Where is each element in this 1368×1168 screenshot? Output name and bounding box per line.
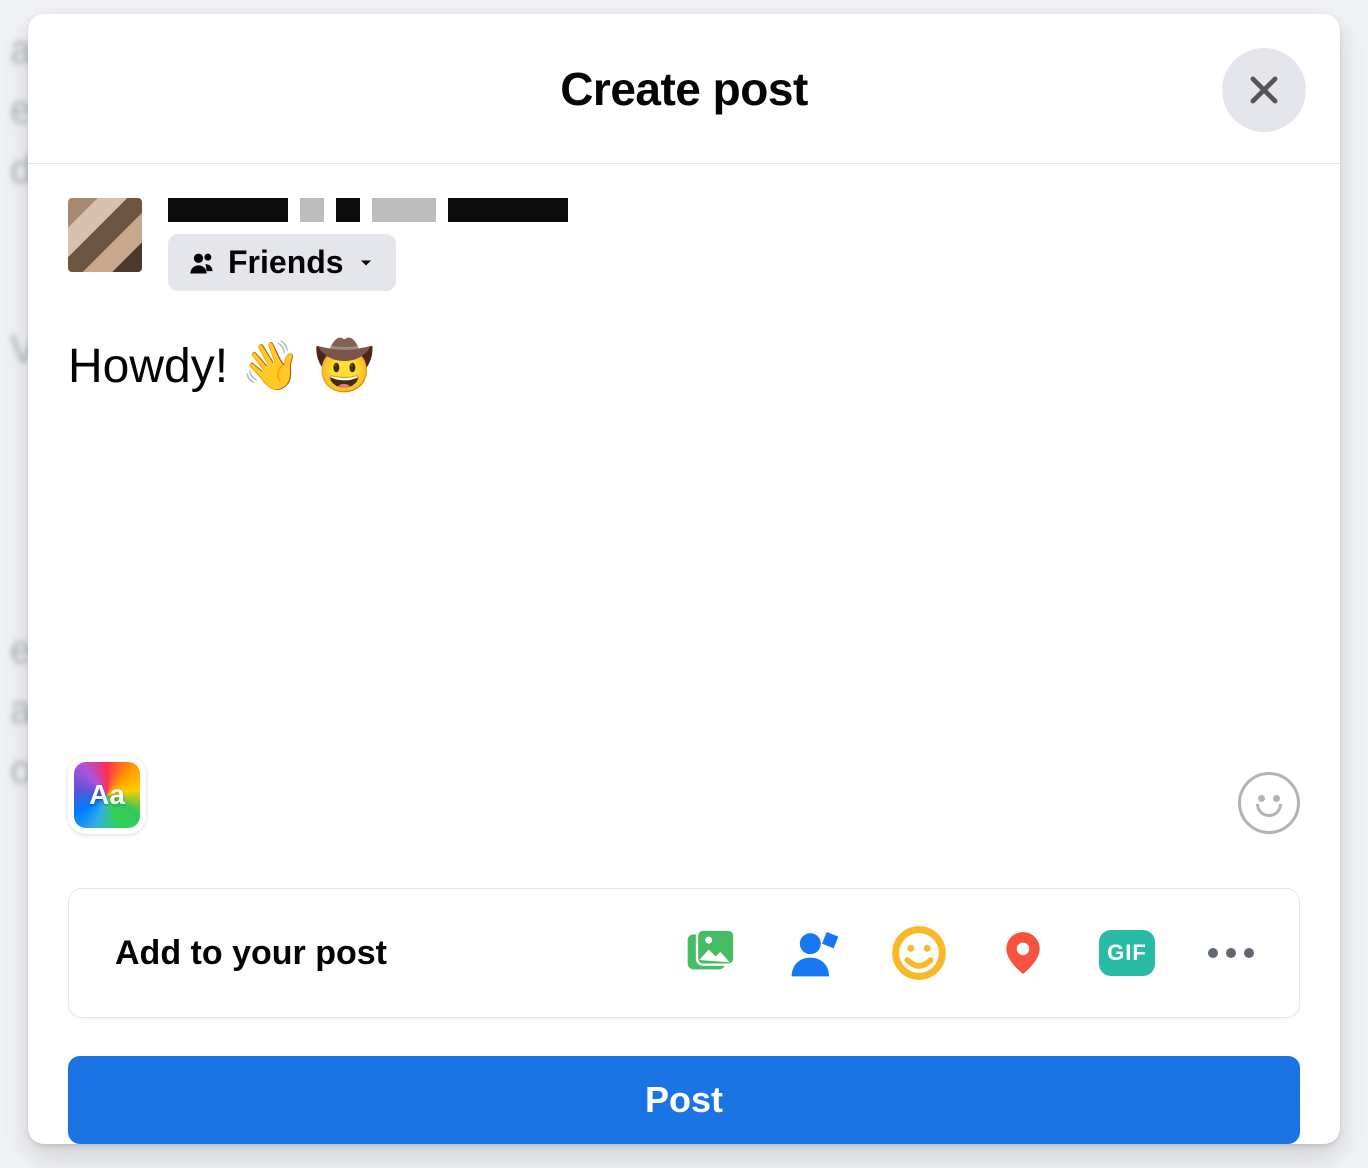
gif-icon: GIF [1099, 930, 1155, 976]
tag-person-icon [787, 925, 843, 981]
more-options-button[interactable] [1203, 925, 1259, 981]
add-to-post-icons: GIF [683, 925, 1259, 981]
check-in-button[interactable] [995, 925, 1051, 981]
close-icon [1245, 71, 1283, 109]
photo-video-button[interactable] [683, 925, 739, 981]
modal-body: Friends Howdy! 👋 🤠 Aa [28, 164, 1340, 864]
post-text-input[interactable]: Howdy! 👋 🤠 [68, 339, 1300, 599]
modal-header: Create post [28, 14, 1340, 164]
modal-title: Create post [560, 62, 808, 116]
tag-people-button[interactable] [787, 925, 843, 981]
close-button[interactable] [1222, 48, 1306, 132]
post-button-label: Post [645, 1079, 723, 1121]
smiley-icon [1258, 795, 1265, 802]
feeling-activity-button[interactable] [891, 925, 947, 981]
photo-icon [683, 925, 739, 981]
avatar[interactable] [68, 198, 142, 272]
location-pin-icon [998, 924, 1048, 982]
post-button[interactable]: Post [68, 1056, 1300, 1144]
background-picker-button[interactable]: Aa [68, 756, 146, 834]
author-name-redacted [168, 198, 568, 222]
friends-icon [188, 249, 216, 277]
add-to-post-label: Add to your post [115, 934, 387, 973]
caret-down-icon [356, 253, 376, 273]
author-row: Friends [68, 198, 1300, 291]
audience-label: Friends [228, 244, 344, 281]
author-meta: Friends [168, 198, 568, 291]
background-picker-icon: Aa [74, 762, 140, 828]
gif-button[interactable]: GIF [1099, 925, 1155, 981]
more-icon [1208, 948, 1254, 958]
feeling-icon [891, 925, 947, 981]
emoji-picker-button[interactable] [1238, 772, 1300, 834]
add-to-post-bar: Add to your post [68, 888, 1300, 1018]
create-post-modal: Create post [28, 14, 1340, 1144]
audience-selector[interactable]: Friends [168, 234, 396, 291]
